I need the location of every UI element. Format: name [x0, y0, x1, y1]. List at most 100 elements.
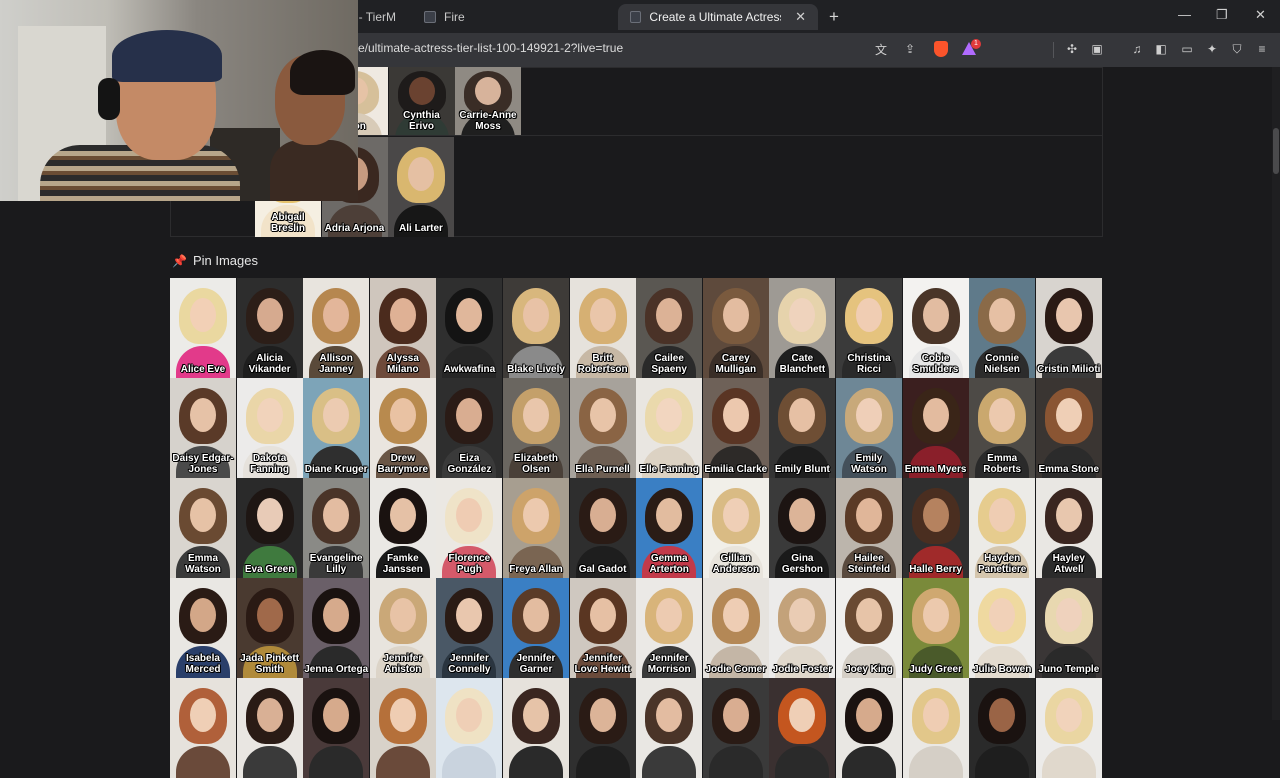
actress-tile[interactable]: Elizabeth Olsen	[503, 378, 569, 478]
actress-tile[interactable]: Blake Lively	[503, 278, 569, 378]
wallet-icon[interactable]: ▭	[1180, 42, 1194, 56]
media-icon[interactable]: ♫	[1130, 42, 1144, 56]
actress-tile[interactable]	[902, 678, 969, 778]
actress-tile[interactable]: Britt Robertson	[569, 278, 636, 378]
actress-tile[interactable]	[436, 678, 503, 778]
translate-icon[interactable]: 文	[874, 42, 888, 57]
actress-tile[interactable]: Joey King	[836, 578, 902, 678]
actress-tile[interactable]: Drew Barrymore	[369, 378, 436, 478]
actress-tile[interactable]	[369, 678, 436, 778]
actress-tile[interactable]: Gal Gadot	[569, 478, 636, 578]
new-tab-button[interactable]: +	[829, 7, 839, 27]
maximize-button[interactable]: ❐	[1216, 7, 1228, 23]
actress-tile[interactable]: Diane Kruger	[303, 378, 370, 478]
actress-tile[interactable]: Carey Mulligan	[702, 278, 769, 378]
tile-name-label: Connie Nielsen	[984, 353, 1020, 375]
actress-tile[interactable]: Alyssa Milano	[369, 278, 436, 378]
actress-tile[interactable]: Freya Allan	[503, 478, 569, 578]
actress-tile[interactable]: Eiza González	[436, 378, 503, 478]
actress-tile[interactable]: Allison Janney	[303, 278, 370, 378]
actress-tile[interactable]: Emma Stone	[1035, 378, 1102, 478]
actress-tile[interactable]: Emma Roberts	[969, 378, 1036, 478]
actress-tile[interactable]: Elle Fanning	[636, 378, 703, 478]
actress-tile[interactable]: Cynthia Erivo	[388, 67, 455, 135]
actress-tile[interactable]: Jennifer Garner	[503, 578, 569, 678]
tile-face	[722, 398, 749, 432]
actress-tile[interactable]	[836, 678, 902, 778]
actress-tile[interactable]: Emma Watson	[170, 478, 236, 578]
actress-tile[interactable]: Ali Larter	[388, 137, 454, 237]
actress-tile[interactable]	[236, 678, 303, 778]
tile-face	[922, 298, 949, 332]
actress-tile[interactable]: Famke Janssen	[369, 478, 436, 578]
actress-tile[interactable]: Cristin Milioti	[1035, 278, 1102, 378]
tile-face	[589, 598, 616, 632]
actress-tile[interactable]: Emma Myers	[902, 378, 969, 478]
tab-create-ultimate-actress[interactable]: Create a Ultimate Actress (1000+ ✕	[618, 4, 818, 30]
menu-icon[interactable]: ≡	[1255, 42, 1269, 56]
actress-tile[interactable]: Florence Pugh	[436, 478, 503, 578]
tab-fire[interactable]: Fire	[412, 4, 477, 30]
actress-tile[interactable]: Emilia Clarke	[702, 378, 769, 478]
actress-tile[interactable]: Gillian Anderson	[702, 478, 769, 578]
tile-name-label: Gillian Anderson	[712, 553, 760, 575]
actress-tile[interactable]	[969, 678, 1036, 778]
actress-tile[interactable]: Cate Blanchett	[769, 278, 836, 378]
actress-tile[interactable]: Evangeline Lilly	[303, 478, 370, 578]
actress-tile[interactable]: Isabela Merced	[170, 578, 236, 678]
sidebar-icon[interactable]: ◧	[1154, 42, 1168, 56]
actress-tile[interactable]	[636, 678, 703, 778]
actress-tile[interactable]: Jenna Ortega	[303, 578, 370, 678]
actress-tile[interactable]: Emily Watson	[836, 378, 902, 478]
share-icon[interactable]: ⇪	[903, 42, 917, 56]
actress-tile[interactable]: Ella Purnell	[569, 378, 636, 478]
actress-tile[interactable]: Jodie Comer	[702, 578, 769, 678]
actress-tile[interactable]: Hayden Panettiere	[969, 478, 1036, 578]
brave-shields-icon[interactable]	[934, 41, 948, 57]
actress-tile[interactable]: Gina Gershon	[769, 478, 836, 578]
actress-tile[interactable]: Gemma Arterton	[636, 478, 703, 578]
actress-tile[interactable]: Christina Ricci	[836, 278, 902, 378]
actress-tile[interactable]: Jada Pinkett Smith	[236, 578, 303, 678]
actress-tile[interactable]: Jennifer Connelly	[436, 578, 503, 678]
actress-tile[interactable]: Halle Berry	[902, 478, 969, 578]
actress-tile[interactable]: Jennifer Love Hewitt	[569, 578, 636, 678]
close-window-button[interactable]: ✕	[1255, 7, 1266, 23]
actress-tile[interactable]	[503, 678, 569, 778]
actress-tile[interactable]	[1035, 678, 1102, 778]
actress-tile[interactable]	[702, 678, 769, 778]
tab-close-icon[interactable]: ✕	[795, 9, 806, 25]
actress-tile[interactable]: Alice Eve	[170, 278, 236, 378]
actress-tile[interactable]: Cailee Spaeny	[636, 278, 703, 378]
actress-tile[interactable]	[170, 678, 236, 778]
actress-tile[interactable]: Cobie Smulders	[902, 278, 969, 378]
tile-name-label: Emily Blunt	[774, 464, 830, 475]
actress-tile[interactable]: Hailee Steinfeld	[836, 478, 902, 578]
actress-tile[interactable]	[569, 678, 636, 778]
url-field[interactable]: e/ultimate-actress-tier-list-100-149921-…	[358, 41, 623, 55]
actress-tile[interactable]: Eva Green	[236, 478, 303, 578]
actress-tile[interactable]: Connie Nielsen	[969, 278, 1036, 378]
actress-tile[interactable]	[303, 678, 370, 778]
actress-tile[interactable]: Juno Temple	[1035, 578, 1102, 678]
vpn-icon[interactable]: ⛉	[1230, 42, 1244, 56]
actress-tile[interactable]: Awkwafina	[436, 278, 503, 378]
actress-tile[interactable]: Dakota Fanning	[236, 378, 303, 478]
actress-tile[interactable]: Alicia Vikander	[236, 278, 303, 378]
extensions-icon[interactable]: ✣	[1065, 42, 1079, 56]
minimize-button[interactable]: —	[1178, 7, 1191, 22]
leo-ai-icon[interactable]: ✦	[1205, 42, 1219, 56]
actress-tile[interactable]: Hayley Atwell	[1035, 478, 1102, 578]
tile-face	[523, 698, 549, 732]
screenshot-icon[interactable]: ▣	[1090, 42, 1104, 56]
actress-tile[interactable]: Jodie Foster	[769, 578, 836, 678]
actress-tile[interactable]: Carrie-Anne Moss	[455, 67, 521, 135]
scrollbar-thumb[interactable]	[1273, 128, 1279, 174]
actress-tile[interactable]: Jennifer Aniston	[369, 578, 436, 678]
actress-tile[interactable]: Jennifer Morrison	[636, 578, 703, 678]
actress-tile[interactable]	[769, 678, 836, 778]
actress-tile[interactable]: Judy Greer	[902, 578, 969, 678]
actress-tile[interactable]: Emily Blunt	[769, 378, 836, 478]
actress-tile[interactable]: Julie Bowen	[969, 578, 1036, 678]
actress-tile[interactable]: Daisy Edgar-Jones	[170, 378, 236, 478]
